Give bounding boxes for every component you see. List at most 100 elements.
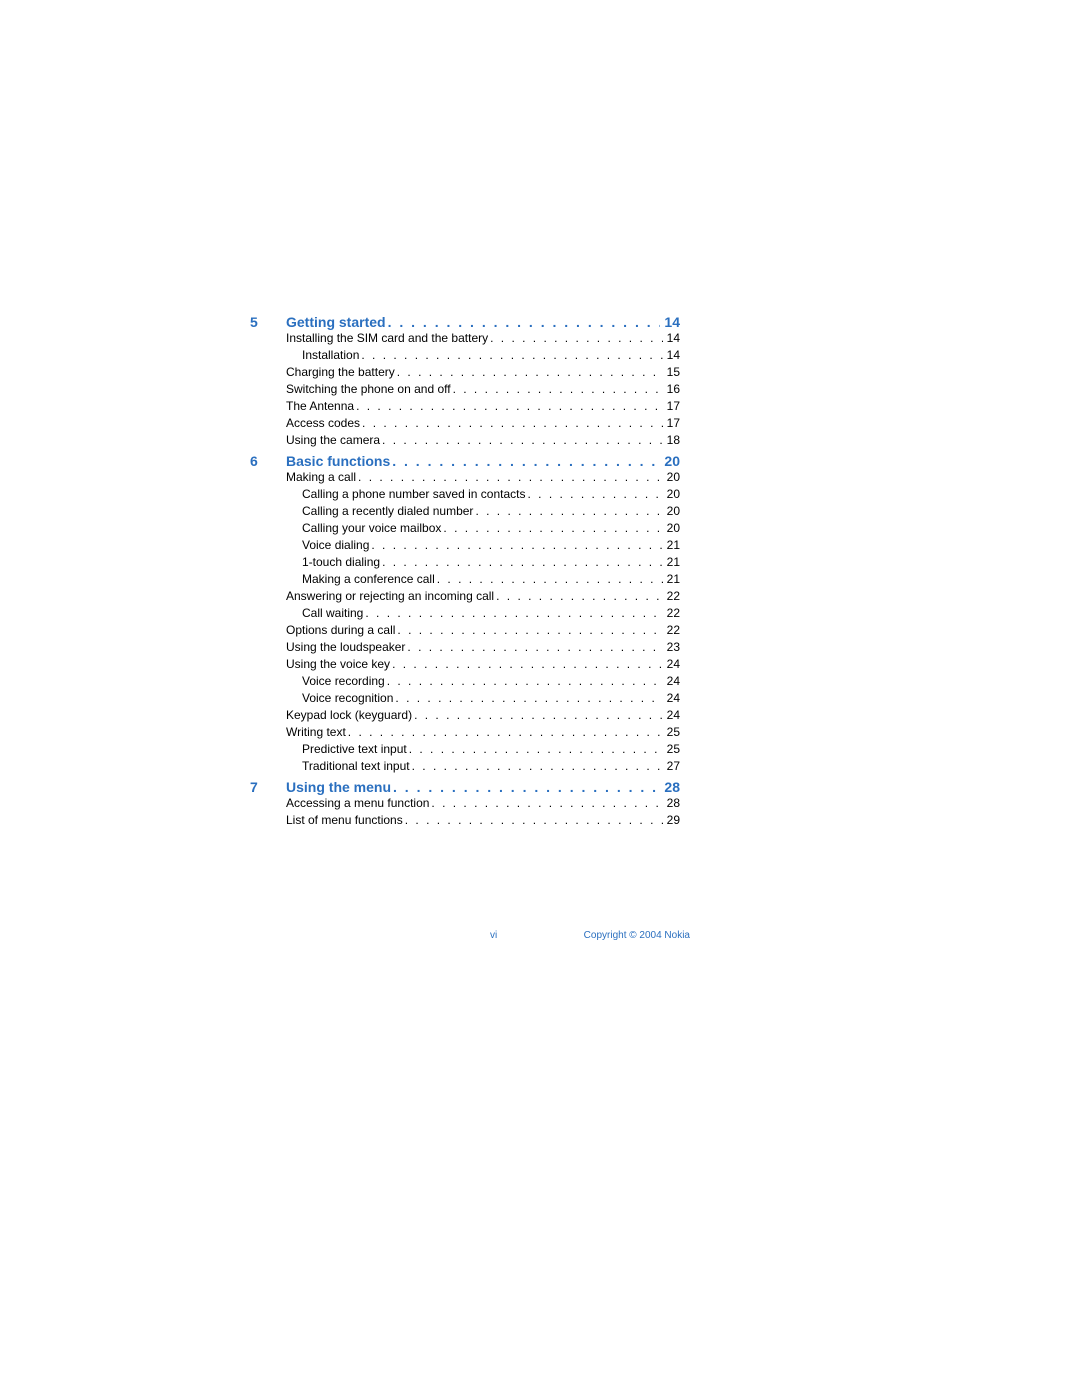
dot-leader: . . . . . . . . . . . . . . . . . . . . … bbox=[403, 812, 663, 829]
dot-leader: . . . . . . . . . . . . . . . . . . . . … bbox=[386, 314, 661, 330]
dot-leader: . . . . . . . . . . . . . . . . . . . . … bbox=[395, 622, 662, 639]
entry-title: Keypad lock (keyguard) bbox=[286, 707, 412, 724]
toc-container: 5Getting started. . . . . . . . . . . . … bbox=[250, 310, 680, 829]
entry-page: 24 bbox=[663, 673, 680, 690]
entry-title: Calling a phone number saved in contacts bbox=[302, 486, 525, 503]
dot-leader: . . . . . . . . . . . . . . . . . . . . … bbox=[363, 605, 662, 622]
toc-entry[interactable]: Calling a phone number saved in contacts… bbox=[302, 486, 680, 503]
entry-page: 22 bbox=[663, 588, 680, 605]
toc-entry[interactable]: Keypad lock (keyguard). . . . . . . . . … bbox=[286, 707, 680, 724]
toc-entry[interactable]: Calling your voice mailbox. . . . . . . … bbox=[302, 520, 680, 537]
entry-title: List of menu functions bbox=[286, 812, 403, 829]
entry-title: Calling a recently dialed number bbox=[302, 503, 473, 520]
entry-title: Voice recording bbox=[302, 673, 385, 690]
page-footer: vi Copyright © 2004 Nokia bbox=[490, 930, 690, 941]
chapter-number: 7 bbox=[250, 779, 286, 795]
dot-leader: . . . . . . . . . . . . . . . . . . . . … bbox=[380, 432, 663, 449]
toc-entry[interactable]: List of menu functions. . . . . . . . . … bbox=[286, 812, 680, 829]
dot-leader: . . . . . . . . . . . . . . . . . . . . … bbox=[405, 639, 662, 656]
toc-entry[interactable]: Accessing a menu function. . . . . . . .… bbox=[286, 795, 680, 812]
dot-leader: . . . . . . . . . . . . . . . . . . . . … bbox=[360, 415, 663, 432]
toc-entry[interactable]: Predictive text input. . . . . . . . . .… bbox=[302, 741, 680, 758]
toc-entry[interactable]: Using the camera. . . . . . . . . . . . … bbox=[286, 432, 680, 449]
chapter-title: Using the menu bbox=[286, 779, 391, 795]
dot-leader: . . . . . . . . . . . . . . . . . . . . … bbox=[429, 795, 662, 812]
entry-title: Predictive text input bbox=[302, 741, 407, 758]
chapter-heading[interactable]: 7Using the menu. . . . . . . . . . . . .… bbox=[250, 779, 680, 795]
entry-page: 23 bbox=[663, 639, 680, 656]
entry-page: 22 bbox=[663, 622, 680, 639]
toc-entry[interactable]: Voice recording. . . . . . . . . . . . .… bbox=[302, 673, 680, 690]
dot-leader: . . . . . . . . . . . . . . . . . . . . … bbox=[393, 690, 662, 707]
toc-entry[interactable]: Access codes. . . . . . . . . . . . . . … bbox=[286, 415, 680, 432]
toc-entry[interactable]: Voice dialing. . . . . . . . . . . . . .… bbox=[302, 537, 680, 554]
entry-page: 14 bbox=[663, 347, 680, 364]
dot-leader: . . . . . . . . . . . . . . . . . . . . … bbox=[390, 453, 660, 469]
toc-entry[interactable]: Answering or rejecting an incoming call.… bbox=[286, 588, 680, 605]
toc-entry[interactable]: Using the voice key. . . . . . . . . . .… bbox=[286, 656, 680, 673]
dot-leader: . . . . . . . . . . . . . . . . . . . . … bbox=[525, 486, 662, 503]
toc-entry[interactable]: Making a call. . . . . . . . . . . . . .… bbox=[286, 469, 680, 486]
entry-title: Making a conference call bbox=[302, 571, 435, 588]
entry-page: 15 bbox=[663, 364, 680, 381]
toc-entry[interactable]: 1-touch dialing. . . . . . . . . . . . .… bbox=[302, 554, 680, 571]
chapter-heading[interactable]: 6Basic functions. . . . . . . . . . . . … bbox=[250, 453, 680, 469]
dot-leader: . . . . . . . . . . . . . . . . . . . . … bbox=[494, 588, 663, 605]
toc-entry[interactable]: Traditional text input. . . . . . . . . … bbox=[302, 758, 680, 775]
toc-entry[interactable]: Call waiting. . . . . . . . . . . . . . … bbox=[302, 605, 680, 622]
entry-page: 25 bbox=[663, 724, 680, 741]
entry-page: 29 bbox=[663, 812, 680, 829]
toc-entry[interactable]: The Antenna. . . . . . . . . . . . . . .… bbox=[286, 398, 680, 415]
dot-leader: . . . . . . . . . . . . . . . . . . . . … bbox=[391, 779, 660, 795]
dot-leader: . . . . . . . . . . . . . . . . . . . . … bbox=[412, 707, 663, 724]
toc-entry[interactable]: Making a conference call. . . . . . . . … bbox=[302, 571, 680, 588]
toc-entry[interactable]: Calling a recently dialed number. . . . … bbox=[302, 503, 680, 520]
toc-entry[interactable]: Options during a call. . . . . . . . . .… bbox=[286, 622, 680, 639]
toc-entry[interactable]: Installing the SIM card and the battery.… bbox=[286, 330, 680, 347]
dot-leader: . . . . . . . . . . . . . . . . . . . . … bbox=[395, 364, 663, 381]
dot-leader: . . . . . . . . . . . . . . . . . . . . … bbox=[390, 656, 663, 673]
entry-page: 18 bbox=[663, 432, 680, 449]
toc-entry[interactable]: Voice recognition. . . . . . . . . . . .… bbox=[302, 690, 680, 707]
toc-entry[interactable]: Charging the battery. . . . . . . . . . … bbox=[286, 364, 680, 381]
dot-leader: . . . . . . . . . . . . . . . . . . . . … bbox=[488, 330, 663, 347]
entry-page: 24 bbox=[663, 707, 680, 724]
chapter-page: 28 bbox=[660, 779, 680, 795]
toc-entry[interactable]: Writing text. . . . . . . . . . . . . . … bbox=[286, 724, 680, 741]
entry-title: Charging the battery bbox=[286, 364, 395, 381]
entry-title: Options during a call bbox=[286, 622, 395, 639]
chapter-heading[interactable]: 5Getting started. . . . . . . . . . . . … bbox=[250, 314, 680, 330]
entry-page: 27 bbox=[663, 758, 680, 775]
entry-page: 17 bbox=[663, 415, 680, 432]
entry-page: 22 bbox=[663, 605, 680, 622]
dot-leader: . . . . . . . . . . . . . . . . . . . . … bbox=[410, 758, 663, 775]
entry-page: 24 bbox=[663, 656, 680, 673]
page-number-roman: vi bbox=[490, 930, 497, 941]
dot-leader: . . . . . . . . . . . . . . . . . . . . … bbox=[451, 381, 663, 398]
entry-title: Switching the phone on and off bbox=[286, 381, 451, 398]
dot-leader: . . . . . . . . . . . . . . . . . . . . … bbox=[407, 741, 663, 758]
entry-title: Accessing a menu function bbox=[286, 795, 429, 812]
entry-title: Calling your voice mailbox bbox=[302, 520, 441, 537]
entry-page: 21 bbox=[663, 571, 680, 588]
dot-leader: . . . . . . . . . . . . . . . . . . . . … bbox=[359, 347, 662, 364]
dot-leader: . . . . . . . . . . . . . . . . . . . . … bbox=[354, 398, 663, 415]
entry-page: 28 bbox=[663, 795, 680, 812]
entry-page: 16 bbox=[663, 381, 680, 398]
entry-page: 20 bbox=[663, 486, 680, 503]
toc-entry[interactable]: Switching the phone on and off. . . . . … bbox=[286, 381, 680, 398]
chapter-number: 5 bbox=[250, 314, 286, 330]
entry-title: Writing text bbox=[286, 724, 346, 741]
entry-title: Answering or rejecting an incoming call bbox=[286, 588, 494, 605]
entry-page: 20 bbox=[663, 469, 680, 486]
entry-page: 20 bbox=[663, 503, 680, 520]
entry-page: 17 bbox=[663, 398, 680, 415]
toc-entry[interactable]: Using the loudspeaker. . . . . . . . . .… bbox=[286, 639, 680, 656]
chapter-number: 6 bbox=[250, 453, 286, 469]
dot-leader: . . . . . . . . . . . . . . . . . . . . … bbox=[346, 724, 663, 741]
dot-leader: . . . . . . . . . . . . . . . . . . . . … bbox=[380, 554, 663, 571]
copyright-text: Copyright © 2004 Nokia bbox=[584, 930, 690, 941]
chapter-page: 20 bbox=[660, 453, 680, 469]
entry-title: Call waiting bbox=[302, 605, 363, 622]
toc-entry[interactable]: Installation. . . . . . . . . . . . . . … bbox=[302, 347, 680, 364]
